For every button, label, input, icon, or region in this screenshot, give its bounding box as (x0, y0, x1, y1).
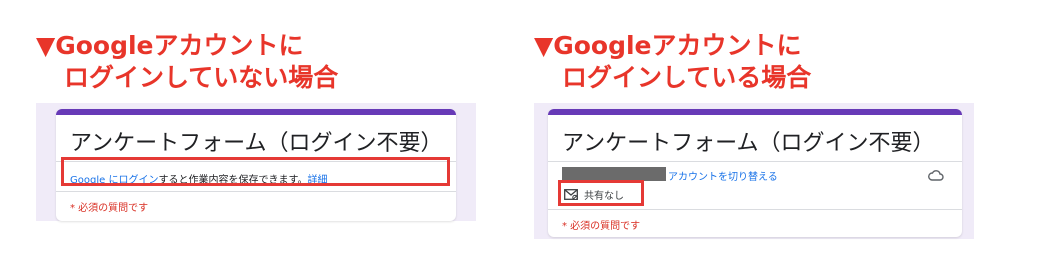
right-highlight-box (558, 180, 644, 206)
right-heading-line1: ▼Googleアカウントに (534, 31, 802, 60)
right-form-title: アンケートフォーム（ログイン不要） (562, 131, 935, 156)
right-accent-bar (548, 109, 962, 115)
switch-account-link[interactable]: アカウントを切り替える (668, 168, 778, 183)
left-highlight-box (61, 157, 450, 186)
left-divider-2 (56, 191, 456, 192)
left-form-screenshot: アンケートフォーム（ログイン不要） Google にログインすると作業内容を保存… (36, 103, 476, 221)
right-heading: ▼Googleアカウントに ログインしている場合 (534, 30, 811, 94)
left-heading-line1: ▼Googleアカウントに (36, 31, 304, 60)
left-heading-line2: ログインしていない場合 (64, 63, 339, 92)
right-form-screenshot: アンケートフォーム（ログイン不要） アカウントを切り替える 共有なし * 必須の… (534, 103, 974, 239)
left-required-note: * 必須の質問です (70, 203, 149, 214)
right-form-card: アンケートフォーム（ログイン不要） アカウントを切り替える 共有なし * 必須の… (548, 109, 962, 237)
right-required-note: * 必須の質問です (562, 221, 641, 232)
right-heading-line2: ログインしている場合 (562, 63, 812, 92)
left-form-title: アンケートフォーム（ログイン不要） (70, 131, 443, 156)
left-accent-bar (56, 109, 456, 115)
redacted-account-email (562, 167, 666, 181)
left-heading: ▼Googleアカウントに ログインしていない場合 (36, 30, 338, 94)
cloud-icon (928, 170, 944, 181)
right-divider-1 (548, 161, 962, 162)
right-divider-2 (548, 209, 962, 210)
